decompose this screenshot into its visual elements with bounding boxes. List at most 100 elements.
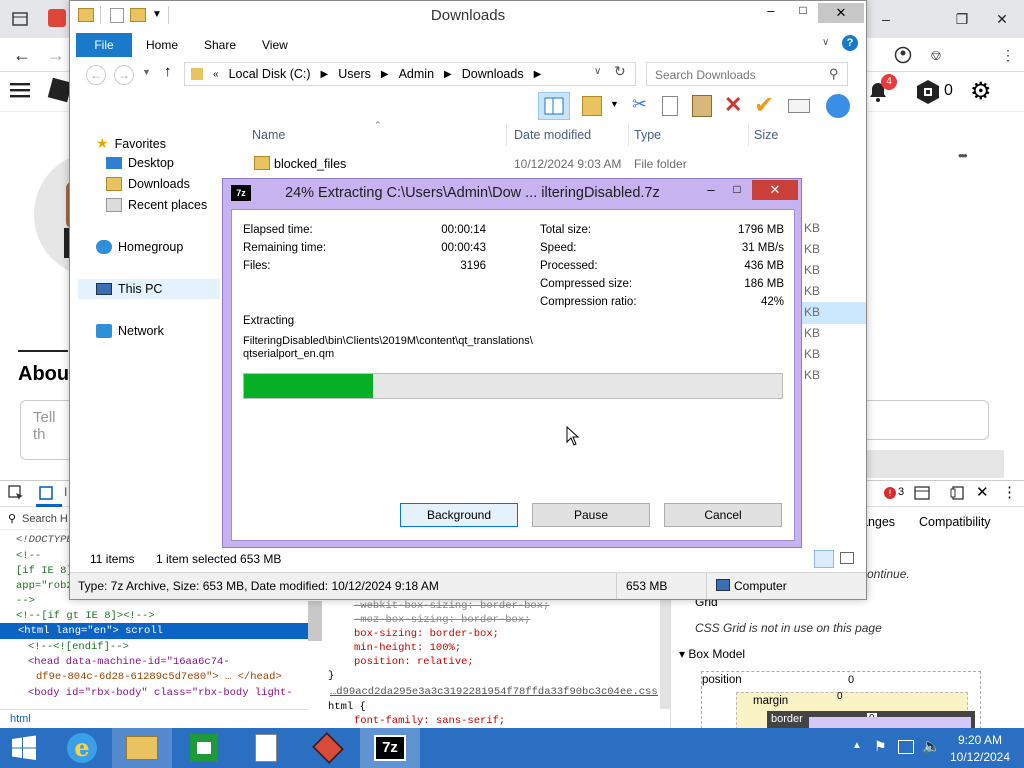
explorer-minimize-icon[interactable]: – bbox=[756, 3, 786, 25]
css-source-link[interactable]: …d99acd2da295e3a3c3192281954f78ffda33f90… bbox=[330, 685, 658, 700]
address-separator-icon[interactable]: ▶ bbox=[444, 69, 452, 80]
volume-muted-icon[interactable]: 🔈 bbox=[922, 737, 941, 755]
browser-restore-icon[interactable]: ❐ bbox=[944, 4, 980, 34]
dom-line[interactable]: <!--[if gt IE 8]><!--> bbox=[16, 609, 155, 624]
dom-line[interactable]: app="rob2 bbox=[16, 579, 73, 594]
ribbon-expand-icon[interactable]: ∨ bbox=[822, 37, 829, 48]
large-icons-view-icon[interactable] bbox=[840, 552, 854, 564]
more-options-icon[interactable]: ••• bbox=[958, 148, 968, 163]
tab-actions-icon[interactable] bbox=[2, 4, 38, 34]
nav-recent-places[interactable]: Recent places bbox=[106, 198, 207, 212]
css-line[interactable]: position: relative; bbox=[354, 655, 474, 670]
css-line[interactable]: html { bbox=[328, 700, 366, 715]
column-size[interactable]: Size bbox=[754, 128, 778, 142]
styles-scrollbar[interactable] bbox=[660, 599, 670, 709]
address-segment[interactable]: Local Disk (C:) bbox=[229, 67, 311, 81]
column-divider[interactable] bbox=[628, 124, 629, 146]
back-arrow-icon[interactable]: ← bbox=[4, 40, 40, 70]
properties-dialog-icon[interactable] bbox=[788, 99, 810, 113]
tab-favicon-icon[interactable] bbox=[48, 9, 66, 27]
column-divider[interactable] bbox=[506, 124, 507, 146]
copy-icon[interactable] bbox=[662, 96, 678, 116]
file-row[interactable]: blocked_files 10/12/2024 9:03 AM File fo… bbox=[240, 153, 866, 175]
address-separator-icon[interactable]: ▶ bbox=[321, 69, 329, 80]
dom-selected-row[interactable]: <html lang="en"> scroll bbox=[0, 623, 308, 639]
breadcrumb-html[interactable]: html bbox=[10, 713, 31, 725]
column-divider[interactable] bbox=[748, 124, 749, 146]
rename-check-icon[interactable]: ✔ bbox=[754, 91, 774, 120]
refresh-icon[interactable]: ↻ bbox=[614, 63, 626, 80]
explorer-maximize-icon[interactable]: □ bbox=[788, 3, 818, 25]
browser-menu-icon[interactable]: ⋮ bbox=[990, 40, 1024, 70]
nav-network[interactable]: Network bbox=[96, 324, 164, 338]
address-segment[interactable]: Downloads bbox=[462, 67, 524, 81]
dom-line[interactable]: <head data-machine-id="16aa6c74- bbox=[28, 655, 230, 670]
pause-button[interactable]: Pause bbox=[532, 503, 650, 527]
dom-line[interactable]: [if IE 8] bbox=[16, 564, 73, 579]
css-line[interactable]: min-height: 100%; bbox=[354, 641, 461, 656]
address-dropdown-icon[interactable]: ∨ bbox=[594, 66, 601, 77]
css-line[interactable]: -webkit-box-sizing: border-box; bbox=[354, 599, 549, 614]
flag-icon[interactable]: ⚑ bbox=[874, 738, 887, 755]
globe-icon[interactable] bbox=[826, 94, 850, 118]
delete-icon[interactable]: ✕ bbox=[724, 92, 742, 118]
show-hidden-icons[interactable]: ▲ bbox=[852, 740, 862, 751]
network-tray-icon[interactable] bbox=[898, 740, 914, 754]
nav-this-pc[interactable]: This PC bbox=[96, 282, 162, 296]
cut-icon[interactable]: ✂ bbox=[632, 94, 647, 115]
extensions-icon[interactable]: ⎊ bbox=[918, 40, 954, 70]
preview-pane-icon[interactable] bbox=[538, 92, 570, 120]
column-type[interactable]: Type bbox=[634, 128, 661, 142]
dialog-minimize-icon[interactable]: – bbox=[699, 182, 723, 202]
profile-icon[interactable] bbox=[885, 40, 921, 70]
column-name[interactable]: Name bbox=[252, 128, 285, 142]
ribbon-home-tab[interactable]: Home bbox=[146, 38, 178, 52]
dom-line[interactable]: <!--<![endif]--> bbox=[28, 640, 129, 655]
nav-homegroup[interactable]: Homegroup bbox=[96, 240, 183, 254]
move-to-icon[interactable] bbox=[582, 96, 602, 116]
column-date[interactable]: Date modified bbox=[514, 128, 591, 142]
css-line[interactable]: font-family: sans-serif; bbox=[354, 714, 505, 729]
address-segment[interactable]: Admin bbox=[399, 67, 434, 81]
compatibility-tab[interactable]: Compatibility bbox=[919, 515, 991, 529]
address-separator-icon[interactable]: ▶ bbox=[534, 69, 542, 80]
dom-line[interactable]: <body id="rbx-body" class="rbx-body ligh… bbox=[28, 686, 293, 701]
hamburger-icon[interactable] bbox=[10, 82, 30, 98]
paste-icon[interactable] bbox=[692, 95, 712, 117]
cancel-button[interactable]: Cancel bbox=[664, 503, 782, 527]
explorer-close-icon[interactable]: ✕ bbox=[818, 3, 864, 23]
back-icon[interactable]: ← bbox=[86, 65, 106, 85]
taskbar-store-icon[interactable] bbox=[174, 728, 234, 768]
dom-line[interactable]: df9e-804c-6d28-61289c5d7e80"> … </head> bbox=[36, 670, 282, 685]
taskbar-7zip-icon[interactable]: 7z bbox=[360, 728, 420, 768]
browser-close-icon[interactable]: ✕ bbox=[984, 4, 1020, 34]
dom-search-input[interactable]: Search H bbox=[22, 513, 68, 525]
clock-time[interactable]: 9:20 AM bbox=[950, 733, 1010, 747]
taskbar-file-explorer-icon[interactable] bbox=[112, 728, 172, 768]
dom-line[interactable]: <!DOCTYPE bbox=[16, 533, 73, 548]
taskbar-internet-explorer-icon[interactable]: e bbox=[52, 728, 112, 768]
forward-icon[interactable]: → bbox=[114, 65, 134, 85]
background-button[interactable]: Background bbox=[400, 503, 518, 527]
devtools-more-icon[interactable]: ⋮ bbox=[1002, 483, 1017, 501]
tab-underline[interactable] bbox=[18, 312, 68, 352]
search-box[interactable]: Search Downloads ⚲ bbox=[646, 62, 848, 86]
clock-date[interactable]: 10/12/2024 bbox=[946, 750, 1014, 764]
taskbar-notepad-icon[interactable] bbox=[236, 728, 296, 768]
ribbon-file-tab[interactable]: File bbox=[76, 33, 132, 57]
elements-tab-glyph[interactable]: I bbox=[64, 485, 67, 499]
dialog-maximize-icon[interactable]: □ bbox=[725, 182, 749, 202]
taskbar-roblox-studio-icon[interactable] bbox=[298, 728, 358, 768]
ribbon-view-tab[interactable]: View bbox=[262, 38, 288, 52]
address-segment[interactable]: Users bbox=[338, 67, 371, 81]
nav-favorites[interactable]: ★ Favorites bbox=[96, 135, 166, 152]
up-icon[interactable]: ↑ bbox=[164, 63, 172, 80]
address-bar[interactable]: « Local Disk (C:) ▶ Users ▶ Admin ▶ Down… bbox=[184, 62, 636, 86]
dock-icon[interactable] bbox=[914, 486, 930, 500]
css-line[interactable]: -moz-box-sizing: border-box; bbox=[354, 613, 530, 628]
robux-icon[interactable] bbox=[915, 79, 941, 108]
address-separator-icon[interactable]: ▶ bbox=[381, 69, 389, 80]
dom-line[interactable]: <!-- bbox=[16, 549, 41, 564]
position-value[interactable]: 0 bbox=[848, 674, 854, 686]
split-view-icon[interactable] bbox=[950, 486, 966, 500]
